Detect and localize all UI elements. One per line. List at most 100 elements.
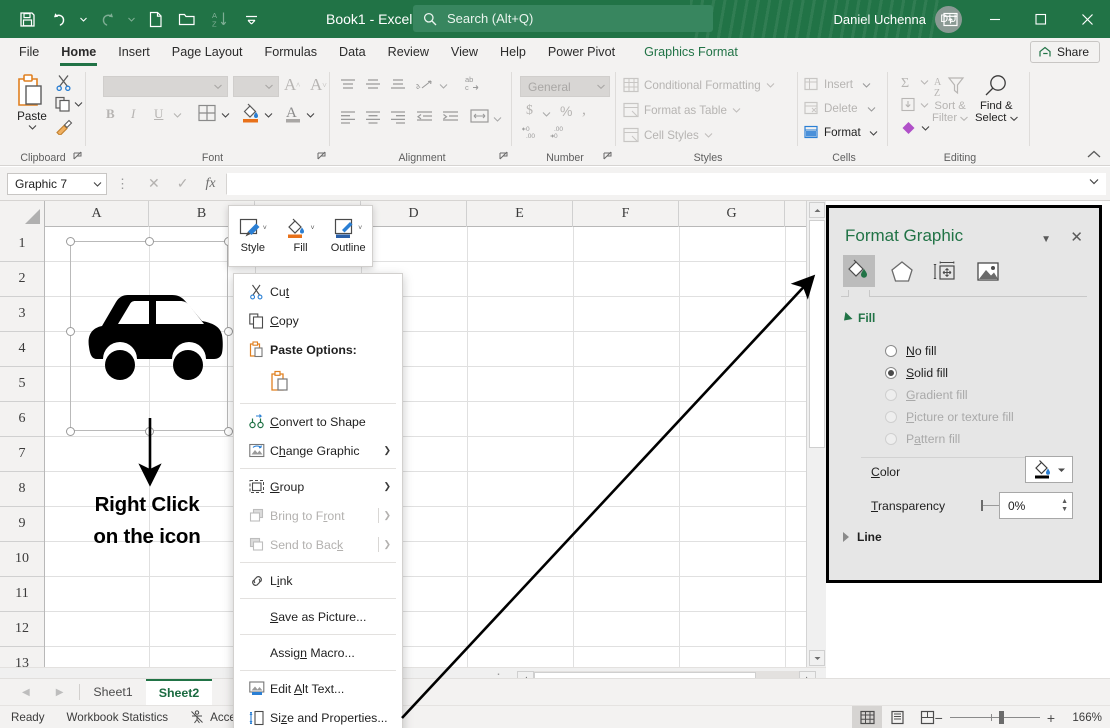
formula-input[interactable] bbox=[226, 173, 1106, 195]
minimize-button[interactable] bbox=[972, 0, 1018, 38]
cut-button[interactable] bbox=[55, 74, 72, 91]
format-cells-button[interactable]: Format bbox=[804, 125, 878, 140]
cell-grid[interactable]: Right Click on the icon bbox=[45, 227, 806, 667]
undo-chevron-down-icon[interactable] bbox=[76, 5, 90, 33]
fill-color-chevron-down-icon[interactable] bbox=[1057, 467, 1066, 473]
transparency-spinner[interactable]: ▲ ▼ bbox=[1061, 499, 1068, 513]
clipboard-dialog-launcher[interactable] bbox=[72, 151, 84, 163]
save-icon[interactable] bbox=[12, 5, 42, 33]
column-header-e[interactable]: E bbox=[467, 201, 573, 227]
context-menu-item-edit-alt-text[interactable]: Edit Alt Text... bbox=[234, 674, 402, 703]
row-header-3[interactable]: 3 bbox=[0, 297, 44, 332]
format-painter-button[interactable] bbox=[54, 118, 73, 135]
share-button[interactable]: Share bbox=[1030, 41, 1100, 63]
name-box[interactable]: Graphic 7 bbox=[7, 173, 107, 195]
number-dialog-launcher[interactable] bbox=[602, 151, 614, 163]
close-button[interactable] bbox=[1064, 0, 1110, 38]
context-menu-item-size-and-properties[interactable]: Size and Properties... bbox=[234, 703, 402, 728]
zoom-level-label[interactable]: 166% bbox=[1062, 711, 1102, 724]
collapse-ribbon-icon[interactable] bbox=[1087, 150, 1101, 159]
fill-line-tab[interactable] bbox=[843, 255, 875, 287]
context-menu-item-link[interactable]: Link bbox=[234, 566, 402, 595]
row-header-11[interactable]: 11 bbox=[0, 577, 44, 612]
row-header-12[interactable]: 12 bbox=[0, 612, 44, 647]
undo-icon[interactable] bbox=[44, 5, 74, 33]
line-section-header[interactable]: Line bbox=[843, 530, 882, 544]
column-header-f[interactable]: F bbox=[573, 201, 679, 227]
open-icon[interactable] bbox=[172, 5, 202, 33]
status-workbook-statistics[interactable]: Workbook Statistics bbox=[56, 711, 180, 724]
copy-button[interactable] bbox=[55, 96, 83, 112]
context-menu-item-copy[interactable]: Copy bbox=[234, 306, 402, 335]
zoom-slider-thumb[interactable] bbox=[999, 711, 1004, 724]
solid-fill-radio[interactable] bbox=[885, 367, 897, 379]
font-dialog-launcher[interactable] bbox=[316, 151, 328, 163]
enter-formula-icon[interactable]: ✓ bbox=[177, 175, 189, 192]
column-header-a[interactable]: A bbox=[45, 201, 149, 227]
car-icon[interactable] bbox=[78, 285, 223, 385]
alignment-dialog-launcher[interactable] bbox=[498, 151, 510, 163]
vertical-scroll-thumb[interactable] bbox=[809, 220, 825, 448]
clear-button[interactable] bbox=[900, 120, 930, 136]
vertical-scrollbar[interactable] bbox=[806, 201, 826, 667]
zoom-in-button[interactable]: + bbox=[1047, 710, 1055, 726]
context-menu-item-assign-macro[interactable]: Assign Macro... bbox=[234, 638, 402, 667]
insert-function-icon[interactable]: fx bbox=[205, 176, 215, 192]
sort-az-icon[interactable]: AZ bbox=[204, 5, 234, 33]
tab-view[interactable]: View bbox=[440, 41, 489, 64]
font-size-combobox[interactable] bbox=[233, 76, 279, 97]
fill-section-header[interactable]: Fill bbox=[843, 311, 875, 325]
paste-keep-source-icon[interactable] bbox=[270, 370, 290, 395]
tab-home[interactable]: Home bbox=[50, 41, 107, 64]
customize-qat-icon[interactable] bbox=[236, 5, 266, 33]
search-box[interactable]: Search (Alt+Q) bbox=[413, 5, 713, 32]
maximize-button[interactable] bbox=[1018, 0, 1064, 38]
new-icon[interactable] bbox=[140, 5, 170, 33]
tab-insert[interactable]: Insert bbox=[107, 41, 161, 64]
row-header-8[interactable]: 8 bbox=[0, 472, 44, 507]
tab-help[interactable]: Help bbox=[489, 41, 537, 64]
pane-options-chevron-down-icon[interactable]: ▼ bbox=[1041, 234, 1051, 245]
ribbon-display-options-icon[interactable] bbox=[928, 0, 972, 38]
row-header-1[interactable]: 1 bbox=[0, 227, 44, 262]
tab-page-layout[interactable]: Page Layout bbox=[161, 41, 254, 64]
fill-option-no-fill[interactable]: No fill bbox=[885, 344, 937, 358]
row-header-4[interactable]: 4 bbox=[0, 332, 44, 367]
fill-color-picker-button[interactable] bbox=[1025, 456, 1073, 483]
paste-button[interactable]: Paste bbox=[8, 72, 56, 130]
row-header-6[interactable]: 6 bbox=[0, 402, 44, 437]
expand-formula-bar-icon[interactable] bbox=[1089, 178, 1099, 185]
tab-file[interactable]: File bbox=[8, 41, 50, 64]
context-menu-item-change-graphic[interactable]: Change Graphic ❯ bbox=[234, 436, 402, 465]
tab-graphics-format[interactable]: Graphics Format bbox=[626, 41, 749, 64]
sheet-tab-sheet1[interactable]: Sheet1 bbox=[80, 679, 145, 705]
mini-toolbar-style-button[interactable]: ˅ Style bbox=[229, 206, 277, 266]
column-header-d[interactable]: D bbox=[361, 201, 467, 227]
fill-option-solid-fill[interactable]: Solid fill bbox=[885, 366, 948, 380]
tab-formulas[interactable]: Formulas bbox=[254, 41, 328, 64]
context-menu-item-save-as-picture[interactable]: Save as Picture... bbox=[234, 602, 402, 631]
previous-sheet-arrow-icon[interactable]: ◀ bbox=[22, 687, 30, 698]
sheet-tab-sheet2[interactable]: Sheet2 bbox=[146, 679, 213, 705]
find-select-button[interactable]: Find & Select bbox=[975, 74, 1018, 124]
select-all-corner[interactable] bbox=[0, 201, 45, 227]
context-menu-item-group[interactable]: Group ❯ bbox=[234, 472, 402, 501]
spinner-down-icon[interactable]: ▼ bbox=[1061, 507, 1068, 513]
row-header-9[interactable]: 9 bbox=[0, 507, 44, 542]
pane-close-icon[interactable]: ✕ bbox=[1070, 228, 1083, 246]
row-header-10[interactable]: 10 bbox=[0, 542, 44, 577]
tab-power-pivot[interactable]: Power Pivot bbox=[537, 41, 626, 64]
scroll-down-arrow-icon[interactable] bbox=[809, 650, 825, 666]
size-properties-tab[interactable] bbox=[929, 255, 961, 287]
effects-tab[interactable] bbox=[886, 255, 918, 287]
row-header-7[interactable]: 7 bbox=[0, 437, 44, 472]
scroll-up-arrow-icon[interactable] bbox=[809, 202, 825, 218]
mini-toolbar-fill-button[interactable]: ˅ Fill bbox=[277, 206, 325, 266]
formula-bar-grip[interactable]: ⋮ bbox=[116, 176, 129, 192]
font-name-combobox[interactable] bbox=[103, 76, 228, 97]
context-menu-item-cut[interactable]: Cut bbox=[234, 277, 402, 306]
zoom-out-button[interactable]: − bbox=[935, 710, 943, 726]
page-layout-view-icon[interactable] bbox=[882, 706, 912, 728]
transparency-spinbox[interactable]: 0% ▲ ▼ bbox=[999, 492, 1073, 519]
next-sheet-arrow-icon[interactable]: ▶ bbox=[56, 687, 64, 698]
